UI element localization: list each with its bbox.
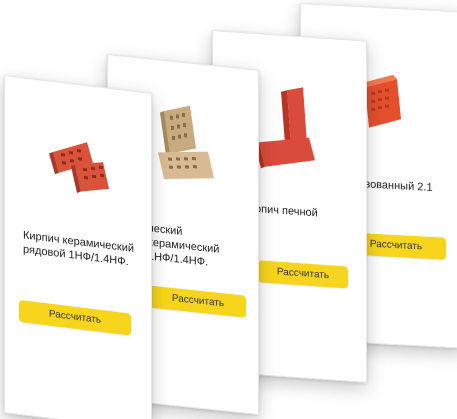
red-brick-image xyxy=(49,142,109,193)
card-title: изованный 2.1 xyxy=(359,178,433,194)
beige-brick-image xyxy=(158,105,214,179)
stove-brick-image xyxy=(255,87,315,169)
card-title: ческий керамический 1НФ/1.4НФ. xyxy=(148,222,220,269)
product-card-ceramic-red[interactable]: Кирпич керамический рядовой 1НФ/1.4НФ. Р… xyxy=(4,75,152,419)
calculate-button[interactable]: Рассчитать xyxy=(19,299,131,336)
calculate-button[interactable]: Рассчитать xyxy=(258,260,348,289)
calculate-button[interactable]: Рассчитать xyxy=(150,285,246,318)
card-title: рпич печной xyxy=(255,203,318,220)
product-cards-stack: изованный 2.1 Рассчитать рпич печной Рас… xyxy=(0,0,457,419)
card-title: Кирпич керамический рядовой 1НФ/1.4НФ. xyxy=(23,229,135,269)
